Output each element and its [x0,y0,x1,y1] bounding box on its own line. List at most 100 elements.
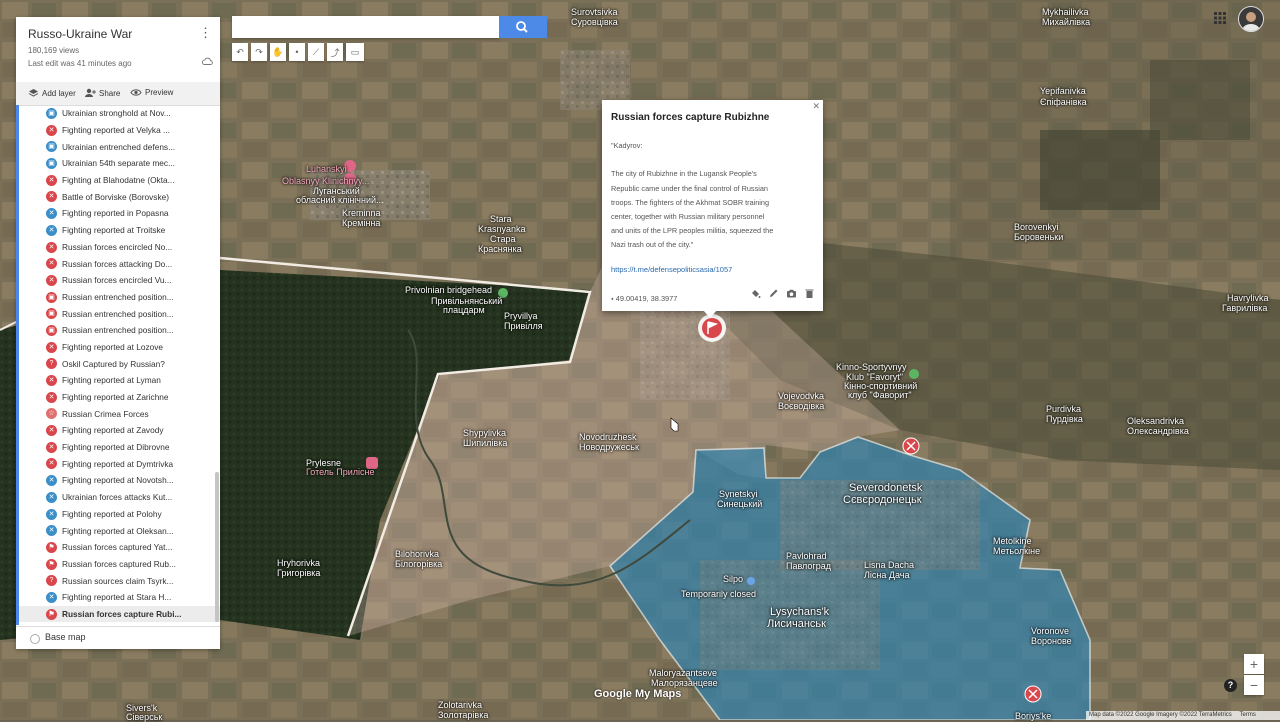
flag-marker-rubizhne[interactable] [698,314,726,342]
draw-line-button[interactable]: ⟋ [308,43,324,61]
map-place-label: Воронове [1031,636,1072,646]
help-icon[interactable]: ? [1224,679,1237,692]
map-place-label: Михайлівка [1042,17,1091,27]
layer-list-item[interactable]: ✕ Fighting reported at Stara H... [19,589,220,606]
apps-grid-icon[interactable] [1213,11,1227,25]
popup-description-line: and units of the LPR peoples militia, sq… [611,226,774,236]
layer-list-item[interactable]: ▣ Ukrainian stronghold at Nov... [19,105,220,122]
crossed-swords-icon: ✕ [46,124,57,136]
layer-list-item[interactable]: ✕ Russian forces encircled Vu... [19,272,220,289]
terms-link[interactable]: Terms [1239,712,1255,718]
layer-list-item[interactable]: ✕ Fighting reported at Troitske [19,222,220,239]
layer-list-item[interactable]: ✕ Fighting reported at Zarichne [19,389,220,406]
close-icon[interactable]: ✕ [812,101,820,112]
crossed-swords-icon: ✕ [46,525,57,537]
layer-list-item[interactable]: ✕ Fighting reported at Lyman [19,372,220,389]
preview-button[interactable]: Preview [130,88,173,97]
directions-icon: ⤴ [330,47,340,58]
popup-title: Russian forces capture Rubizhne [611,112,770,123]
camera-icon[interactable] [786,288,797,299]
zoom-in-button[interactable]: + [1244,654,1264,674]
battle-marker-boriyske[interactable] [1024,685,1042,703]
google-my-maps-logo: Google My Maps [594,688,682,700]
layer-feature-list: ▣ Ukrainian stronghold at Nov... ✕ Fighting… [16,105,220,625]
layer-list-item-label: Ukrainian stronghold at Nov... [62,108,171,119]
map-place-label: Lysychans'k [770,606,830,618]
layer-list-item[interactable]: ✕ Battle of Borviske (Borovske) [19,188,220,205]
layer-list-item[interactable]: ✕ Russian forces attacking Do... [19,255,220,272]
layer-list-item[interactable]: ▣ Ukrainian entrenched defens... [19,138,220,155]
add-layer-button[interactable]: Add layer [28,88,76,98]
poi-shop-marker[interactable] [747,577,755,585]
layer-list-item-label: Fighting reported at Polohy [62,508,162,519]
search-button[interactable] [499,16,547,38]
layer-list-item[interactable]: ▣ Ukrainian 54th separate mec... [19,155,220,172]
layer-list-item[interactable]: ✕ Russian forces encircled No... [19,239,220,256]
crossed-swords-icon: ✕ [46,208,57,220]
layer-list-item[interactable]: ▣ Russian entrenched position... [19,305,220,322]
layer-list-item[interactable]: ✕ Fighting reported at Novotsh... [19,472,220,489]
map-place-label: Пурдівка [1046,414,1083,424]
layer-list-item[interactable]: ⚑ Russian forces captured Yat... [19,539,220,556]
map-place-label: Kinno-Sportyvnyy [836,362,907,372]
expand-toggle-icon[interactable] [30,634,40,644]
layer-list-item-label: Russian forces captured Yat... [62,542,173,553]
poi-club-marker[interactable] [909,369,919,379]
layer-list-item[interactable]: ▣ Russian entrenched position... [19,322,220,339]
map-place-label: Temporarily closed [681,589,757,599]
flag-icon: ⚑ [46,541,57,553]
directions-button[interactable]: ⤴ [327,43,343,61]
building-icon: ▣ [46,291,57,303]
layer-list-item[interactable]: ⚑ Russian forces capture Rubi... [19,605,220,623]
redo-button[interactable]: ↷ [251,43,267,61]
layer-list-item[interactable]: ▣ Russian entrenched position... [19,289,220,306]
user-avatar[interactable] [1238,6,1264,32]
pan-button[interactable]: ✋ [270,43,286,61]
popup-coordinates: ⬩ 49.00419, 38.3977 [611,294,677,304]
layer-list-item[interactable]: ✕ Fighting reported at Dymtrivka [19,455,220,472]
battle-marker-severodonetsk[interactable] [902,437,920,455]
layer-list-item[interactable]: ✕ Fighting reported at Dibrovne [19,439,220,456]
popup-description-line: troops. The fighters of the Akhmat SOBR … [611,197,770,207]
share-button[interactable]: Share [84,88,120,98]
popup-source-link[interactable]: https://t.me/defensepoliticsasia/1057 [611,265,732,274]
layer-list-item[interactable]: ✕ Fighting reported in Popasna [19,205,220,222]
layer-list-item[interactable]: ✕ Fighting reported at Velyka ... [19,122,220,139]
popup-description-line: center, together with Russian military p… [611,212,765,222]
edit-pencil-icon[interactable] [768,288,779,299]
layer-list-item-label: Russian entrenched position... [62,308,174,319]
layer-list-item[interactable]: ? Russian sources claim Tsyrk... [19,572,220,589]
undo-button[interactable]: ↶ [232,43,248,61]
layer-list-item[interactable]: ? Oskil Captured by Russian? [19,355,220,372]
zoom-out-button[interactable]: − [1244,675,1264,695]
measure-button[interactable]: ▭ [346,43,364,61]
map-place-label: Purdivka [1046,404,1082,414]
flag-icon: ⚑ [46,608,57,620]
map-place-label: Лисичанськ [767,618,826,630]
star-outline-icon: ☆ [46,408,57,420]
panel-scrollbar[interactable] [215,472,219,622]
map-title[interactable]: Russo-Ukraine War [28,27,132,41]
map-place-label: Лісна Дача [864,570,910,580]
layer-list-item[interactable]: ⚑ Russian forces captured Rub... [19,556,220,573]
crossed-swords-icon: ✕ [46,191,57,203]
layer-list-item[interactable]: ☆ Russian Crimea Forces [19,405,220,422]
marker-icon: • [295,47,299,57]
search-input[interactable] [232,16,499,38]
trash-icon[interactable] [804,288,815,299]
map-place-label: Суровцівка [571,17,618,27]
add-marker-button[interactable]: • [289,43,305,61]
layer-list-item[interactable]: ✕ Ukrainian forces attacks Kut... [19,489,220,506]
map-place-label: Олександрівка [1127,426,1189,436]
more-options-icon[interactable]: ⋮ [199,25,212,41]
layer-list-item[interactable]: ✕ Fighting reported at Lozove [19,339,220,356]
layer-list-item[interactable]: ✕ Fighting reported at Zavody [19,422,220,439]
paint-bucket-icon[interactable] [750,288,761,299]
layer-list-item[interactable]: ✕ Fighting reported at Oleksan... [19,522,220,539]
layer-list-item[interactable]: ✕ Fighting reported at Polohy [19,506,220,523]
base-map-section[interactable]: Base map [16,626,220,649]
layer-list-item[interactable]: ✕ Fighting at Blahodatne (Okta... [19,172,220,189]
layer-list-item-label: Fighting at Blahodatne (Okta... [62,175,175,186]
layer-list-item-label: Russian forces captured Rub... [62,558,176,569]
crossed-swords-icon: ✕ [46,475,57,487]
